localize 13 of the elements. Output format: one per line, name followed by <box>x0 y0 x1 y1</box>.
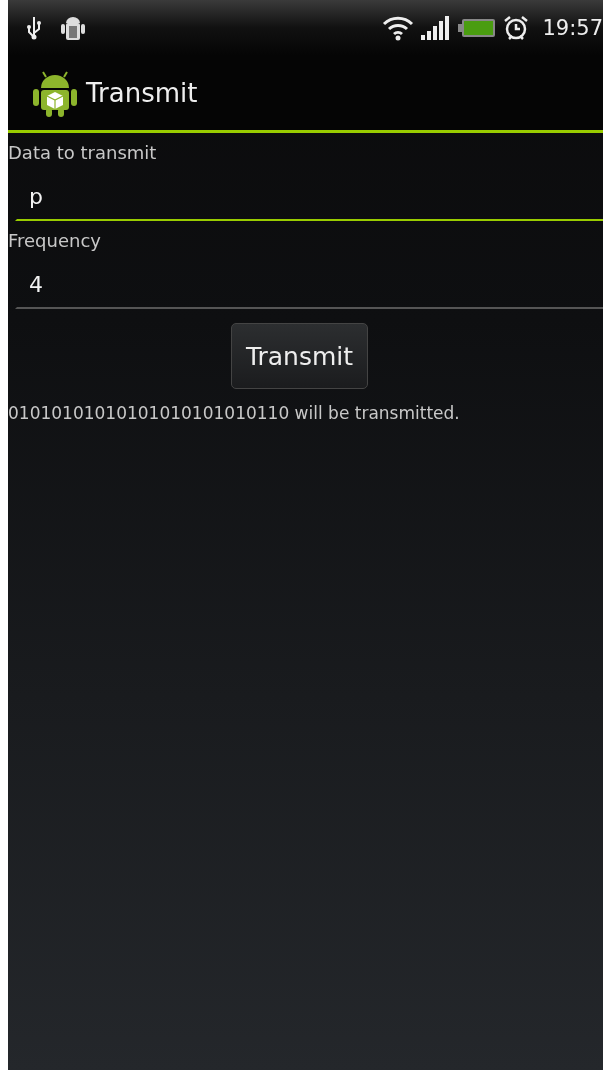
text-field[interactable]: p <box>15 173 603 221</box>
wifi-icon <box>382 14 415 41</box>
result-text: 01010101010101010101010110 will be transmitted. <box>8 403 461 423</box>
usb-icon <box>26 14 42 41</box>
text-field[interactable]: 4 <box>15 261 603 309</box>
transmit-button[interactable]: Transmit <box>230 323 369 389</box>
signal-icon <box>421 15 452 40</box>
clock-time: 19:57 <box>542 15 603 40</box>
alarm-icon <box>503 14 530 41</box>
field-label: Data to transmit <box>8 141 158 165</box>
battery-icon <box>458 17 497 38</box>
app-title: Transmit <box>86 77 198 108</box>
field-label: Frequency <box>8 229 102 253</box>
